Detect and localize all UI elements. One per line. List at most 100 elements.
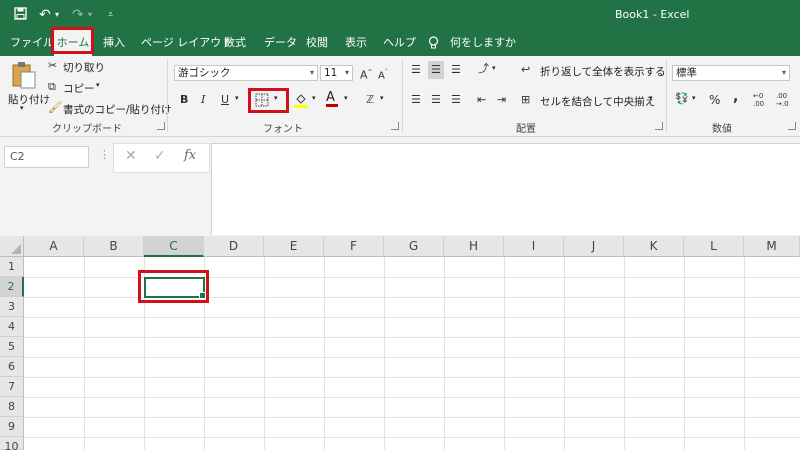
paste-dropdown-icon[interactable]: ▾ bbox=[20, 104, 24, 112]
italic-button[interactable]: I bbox=[201, 93, 205, 107]
paste-label[interactable]: 貼り付け bbox=[8, 92, 50, 107]
font-color-icon[interactable]: A bbox=[326, 91, 338, 107]
underline-button[interactable]: U bbox=[221, 93, 229, 107]
row-header-2[interactable]: 2 bbox=[0, 277, 24, 297]
align-top-icon[interactable]: ☰ bbox=[411, 63, 421, 77]
font-name-dropdown-icon[interactable]: ▾ bbox=[310, 66, 314, 80]
number-format-dropdown-icon[interactable]: ▾ bbox=[782, 66, 786, 80]
merge-dropdown-icon[interactable]: ▾ bbox=[649, 94, 653, 102]
percent-style-button[interactable]: % bbox=[709, 93, 720, 107]
tab-review[interactable]: 校閲 bbox=[306, 30, 328, 56]
enter-check-icon[interactable]: ✓ bbox=[154, 148, 166, 164]
formula-input[interactable] bbox=[211, 143, 800, 235]
align-left-icon[interactable]: ☰ bbox=[411, 93, 421, 107]
column-header-f[interactable]: F bbox=[324, 236, 384, 257]
redo-icon[interactable]: ↷ bbox=[72, 7, 84, 23]
wrap-text-icon[interactable]: ↩ bbox=[521, 63, 530, 77]
row-header-6[interactable]: 6 bbox=[0, 357, 24, 377]
row-header-9[interactable]: 9 bbox=[0, 417, 24, 437]
copy-dropdown-icon[interactable]: ▾ bbox=[96, 81, 100, 89]
phonetic-guide-icon[interactable]: ℤ bbox=[366, 93, 374, 107]
column-header-i[interactable]: I bbox=[504, 236, 564, 257]
tab-formulas[interactable]: 数式 bbox=[224, 30, 246, 56]
number-launcher-icon[interactable] bbox=[788, 122, 796, 130]
tab-view[interactable]: 表示 bbox=[345, 30, 367, 56]
accounting-dropdown-icon[interactable]: ▾ bbox=[692, 94, 696, 102]
number-format-combo[interactable]: 標準 ▾ bbox=[672, 65, 790, 81]
accounting-format-icon[interactable]: 💱 bbox=[675, 92, 689, 106]
row-header-5[interactable]: 5 bbox=[0, 337, 24, 357]
decrease-indent-icon[interactable]: ⇤ bbox=[477, 93, 486, 107]
tab-page-layout[interactable]: ページ レイアウト bbox=[141, 30, 232, 56]
copy-button[interactable]: コピー bbox=[63, 81, 95, 96]
column-header-a[interactable]: A bbox=[24, 236, 84, 257]
redo-dropdown-icon[interactable]: ▾ bbox=[88, 7, 92, 23]
worksheet-grid[interactable]: A B C D E F G H I J K L M 1 2 3 4 5 6 7 … bbox=[0, 236, 800, 453]
bold-button[interactable]: B bbox=[180, 93, 188, 107]
undo-icon[interactable]: ↶ bbox=[39, 7, 51, 23]
column-header-b[interactable]: B bbox=[84, 236, 144, 257]
increase-indent-icon[interactable]: ⇥ bbox=[497, 93, 506, 107]
save-icon[interactable] bbox=[14, 7, 27, 23]
column-header-k[interactable]: K bbox=[624, 236, 684, 257]
orientation-icon[interactable]: ⤴ bbox=[478, 62, 489, 76]
insert-function-icon[interactable]: fx bbox=[184, 148, 196, 163]
merge-center-icon[interactable]: ⊞ bbox=[521, 93, 530, 107]
increase-decimal-icon[interactable]: ←0.00 bbox=[753, 92, 764, 108]
tab-file[interactable]: ファイル bbox=[10, 30, 54, 56]
column-header-h[interactable]: H bbox=[444, 236, 504, 257]
align-middle-icon[interactable]: ☰ bbox=[428, 61, 444, 79]
column-header-e[interactable]: E bbox=[264, 236, 324, 257]
align-right-icon[interactable]: ☰ bbox=[451, 93, 461, 107]
name-box[interactable]: C2 bbox=[4, 146, 89, 168]
group-divider bbox=[666, 60, 667, 132]
column-header-m[interactable]: M bbox=[744, 236, 800, 257]
column-header-j[interactable]: J bbox=[564, 236, 624, 257]
phonetic-dropdown-icon[interactable]: ▾ bbox=[380, 94, 384, 102]
font-launcher-icon[interactable] bbox=[391, 122, 399, 130]
decrease-font-icon[interactable]: Aˇ bbox=[378, 66, 388, 83]
wrap-text-button[interactable]: 折り返して全体を表示する bbox=[540, 64, 666, 79]
format-painter-button[interactable]: 書式のコピー/貼り付け bbox=[63, 102, 172, 117]
scissors-icon[interactable]: ✂ bbox=[48, 59, 57, 73]
column-header-d[interactable]: D bbox=[204, 236, 264, 257]
more-options-icon[interactable]: ⋮ bbox=[99, 148, 110, 161]
font-name-combo[interactable]: 游ゴシック ▾ bbox=[174, 65, 318, 81]
row-header-10[interactable]: 10 bbox=[0, 437, 24, 453]
fill-color-icon[interactable] bbox=[294, 92, 308, 111]
copy-icon[interactable]: ⧉ bbox=[48, 80, 56, 94]
increase-font-icon[interactable]: A^ bbox=[360, 66, 373, 83]
underline-dropdown-icon[interactable]: ▾ bbox=[235, 94, 239, 102]
column-header-g[interactable]: G bbox=[384, 236, 444, 257]
fill-color-dropdown-icon[interactable]: ▾ bbox=[312, 94, 316, 102]
column-header-c[interactable]: C bbox=[144, 236, 204, 257]
undo-dropdown-icon[interactable]: ▾ bbox=[55, 7, 59, 23]
cut-button[interactable]: 切り取り bbox=[63, 60, 105, 75]
alignment-launcher-icon[interactable] bbox=[655, 122, 663, 130]
tab-insert[interactable]: 挿入 bbox=[103, 30, 125, 56]
row-header-7[interactable]: 7 bbox=[0, 377, 24, 397]
tell-me-search[interactable]: 何をしますか bbox=[450, 30, 516, 56]
decrease-decimal-icon[interactable]: .00 →.0 bbox=[776, 92, 789, 108]
customize-quick-access-icon[interactable]: ⩡ bbox=[108, 7, 113, 23]
font-size-combo[interactable]: 11 ▾ bbox=[320, 65, 353, 81]
select-all-button[interactable] bbox=[0, 236, 24, 257]
tab-data[interactable]: データ bbox=[264, 30, 297, 56]
font-size-dropdown-icon[interactable]: ▾ bbox=[345, 66, 349, 80]
format-painter-icon[interactable]: 🖌 bbox=[48, 101, 62, 115]
row-header-4[interactable]: 4 bbox=[0, 317, 24, 337]
tab-help[interactable]: ヘルプ bbox=[383, 30, 416, 56]
clipboard-launcher-icon[interactable] bbox=[157, 122, 165, 130]
row-header-3[interactable]: 3 bbox=[0, 297, 24, 317]
comma-style-button[interactable]: , bbox=[733, 90, 738, 104]
orientation-dropdown-icon[interactable]: ▾ bbox=[492, 64, 496, 72]
align-center-icon[interactable]: ☰ bbox=[431, 93, 441, 107]
column-header-l[interactable]: L bbox=[684, 236, 744, 257]
cancel-icon[interactable]: ✕ bbox=[125, 148, 137, 164]
paste-button[interactable] bbox=[8, 60, 38, 93]
merge-center-button[interactable]: セルを結合して中央揃え bbox=[540, 94, 655, 109]
font-color-dropdown-icon[interactable]: ▾ bbox=[344, 94, 348, 102]
row-header-8[interactable]: 8 bbox=[0, 397, 24, 417]
align-bottom-icon[interactable]: ☰ bbox=[451, 63, 461, 77]
row-header-1[interactable]: 1 bbox=[0, 257, 24, 277]
